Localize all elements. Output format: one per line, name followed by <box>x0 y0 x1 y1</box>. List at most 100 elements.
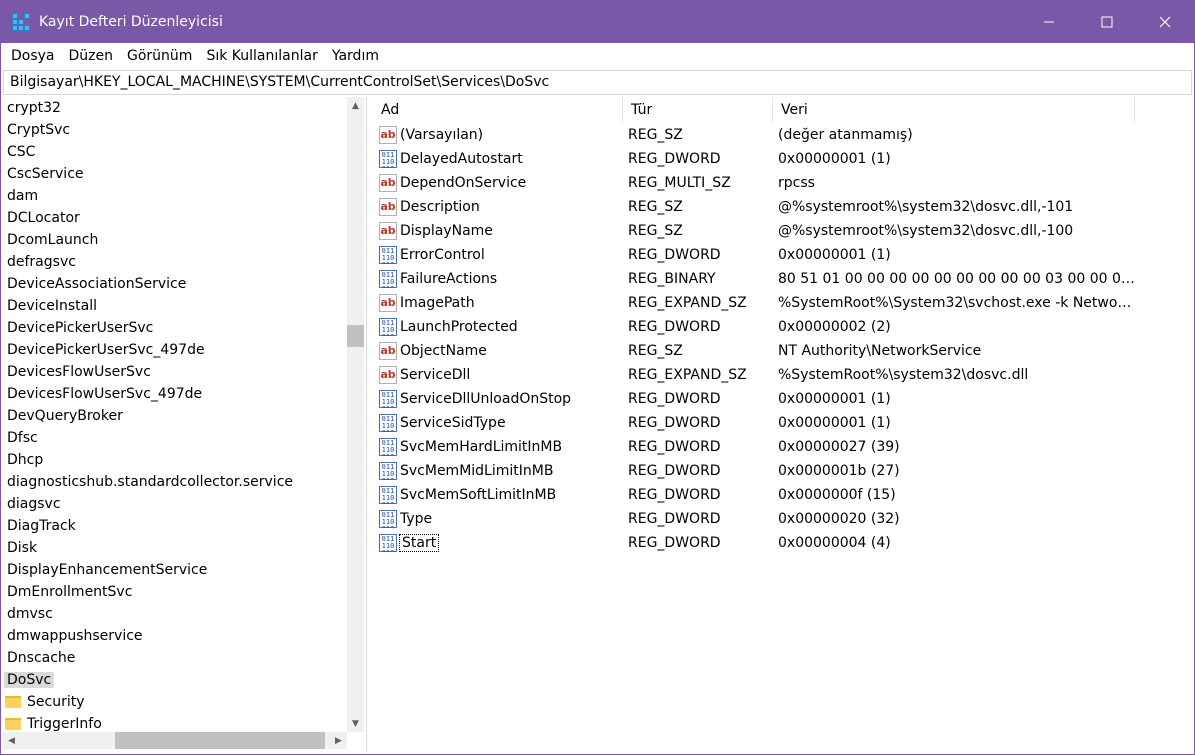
value-name-cell: 011110010LaunchProtected <box>373 318 623 336</box>
value-row[interactable]: 011110010ErrorControl REG_DWORD 0x00000001… <box>373 243 1135 267</box>
key-tree: crypt32 CryptSvc CSC CscService dam DCLocator… <box>3 97 347 735</box>
tree-child-item[interactable]: Security <box>3 691 347 713</box>
value-row[interactable]: ab ImagePath REG_EXPAND_SZ %SystemRoot%\Sys… <box>373 291 1135 315</box>
value-data: 0x0000001b (27) <box>778 463 900 479</box>
tree-item[interactable]: DCLocator <box>3 207 347 229</box>
address-bar[interactable]: Bilgisayar\HKEY_LOCAL_MACHINE\SYSTEM\Cur… <box>3 70 1192 95</box>
value-row[interactable]: 011110010SvcMemHardLimitInMB REG_DWORD 0x0… <box>373 435 1135 459</box>
tree-item[interactable]: CscService <box>3 163 347 185</box>
value-row[interactable]: 011110010Start REG_DWORD 0x00000004 (4) <box>373 531 1135 555</box>
value-type: REG_DWORD <box>628 463 721 479</box>
tree-item[interactable]: diagnosticshub.standardcollector.service <box>3 471 347 493</box>
value-row[interactable]: 011110010ServiceDllUnloadOnStop REG_DWORD… <box>373 387 1135 411</box>
value-row[interactable]: ab ObjectName REG_SZ NT Authority\NetworkSe… <box>373 339 1135 363</box>
string-value-icon: ab <box>379 366 397 384</box>
close-button[interactable] <box>1136 1 1194 43</box>
value-data: @%systemroot%\system32\dosvc.dll,-100 <box>778 223 1074 239</box>
value-data: 0x00000001 (1) <box>778 415 891 431</box>
tree-item[interactable]: DeviceAssociationService <box>3 273 347 295</box>
value-type: REG_BINARY <box>628 271 716 287</box>
title-bar[interactable]: Kayıt Defteri Düzenleyicisi <box>1 1 1194 43</box>
tree-item[interactable]: dmwappushservice <box>3 625 347 647</box>
value-type: REG_DWORD <box>628 511 721 527</box>
value-name: ServiceSidType <box>400 415 506 431</box>
tree-item[interactable]: Dfsc <box>3 427 347 449</box>
value-data: NT Authority\NetworkService <box>778 343 982 359</box>
tree-item[interactable]: defragsvc <box>3 251 347 273</box>
scroll-down-icon[interactable]: ▼ <box>347 715 364 732</box>
folder-icon <box>5 696 21 708</box>
menu-bar: Dosya Düzen Görünüm Sık Kullanılanlar Ya… <box>1 43 1194 69</box>
value-row[interactable]: ab ServiceDll REG_EXPAND_SZ %SystemRoot%\sy… <box>373 363 1135 387</box>
tree-item[interactable]: crypt32 <box>3 97 347 119</box>
value-row[interactable]: 011110010SvcMemMidLimitInMB REG_DWORD 0x00… <box>373 459 1135 483</box>
value-row[interactable]: ab DependOnService REG_MULTI_SZ rpcss <box>373 171 1135 195</box>
value-row[interactable]: ab DisplayName REG_SZ @%systemroot%\system3… <box>373 219 1135 243</box>
tree-item[interactable]: DevQueryBroker <box>3 405 347 427</box>
value-row[interactable]: 011110010ServiceSidType REG_DWORD 0x000000… <box>373 411 1135 435</box>
tree-vertical-scroll-thumb[interactable] <box>347 325 364 347</box>
tree-item[interactable]: dam <box>3 185 347 207</box>
string-value-icon: ab <box>379 174 397 192</box>
tree-item[interactable]: DisplayEnhancementService <box>3 559 347 581</box>
registry-editor-window: Kayıt Defteri Düzenleyicisi Dosya Düzen … <box>0 0 1195 755</box>
tree-item[interactable]: DevicePickerUserSvc_497de <box>3 339 347 361</box>
value-data: 0x0000000f (15) <box>778 487 896 503</box>
value-name: SvcMemSoftLimitInMB <box>400 487 557 503</box>
value-row[interactable]: 011110010Type REG_DWORD 0x00000020 (32) <box>373 507 1135 531</box>
values-header: Ad Tür Veri <box>373 97 1135 123</box>
value-row[interactable]: 011110010LaunchProtected REG_DWORD 0x00000… <box>373 315 1135 339</box>
values-pane: Ad Tür Veri ab (Varsayılan) REG_SZ (değer a… <box>373 97 1193 752</box>
value-row[interactable]: ab Description REG_SZ @%systemroot%\system3… <box>373 195 1135 219</box>
menu-view[interactable]: Görünüm <box>120 48 199 64</box>
scroll-left-icon[interactable]: ◀ <box>3 732 20 749</box>
column-header-data[interactable]: Veri <box>773 97 1135 123</box>
tree-item[interactable]: CryptSvc <box>3 119 347 141</box>
tree-item[interactable]: diagsvc <box>3 493 347 515</box>
tree-horizontal-scroll-thumb[interactable] <box>115 732 325 749</box>
tree-item-selected[interactable]: DoSvc <box>3 669 347 691</box>
tree-item[interactable]: Dhcp <box>3 449 347 471</box>
tree-item-label: DoSvc <box>4 672 55 688</box>
value-row[interactable]: 011110010FailureActions REG_BINARY 80 51 0… <box>373 267 1135 291</box>
scroll-up-icon[interactable]: ▲ <box>347 97 364 114</box>
column-header-type[interactable]: Tür <box>623 97 773 123</box>
tree-horizontal-scrollbar[interactable]: ◀ ▶ <box>3 732 347 749</box>
scroll-right-icon[interactable]: ▶ <box>330 732 347 749</box>
tree-item[interactable]: dmvsc <box>3 603 347 625</box>
column-header-name[interactable]: Ad <box>373 97 623 123</box>
menu-favorites[interactable]: Sık Kullanılanlar <box>199 48 324 64</box>
tree-item[interactable]: Dnscache <box>3 647 347 669</box>
tree-item[interactable]: DevicePickerUserSvc <box>3 317 347 339</box>
tree-item[interactable]: Disk <box>3 537 347 559</box>
value-type: REG_SZ <box>628 343 683 359</box>
tree-item[interactable]: DevicesFlowUserSvc <box>3 361 347 383</box>
binary-value-icon: 011110010 <box>379 486 397 504</box>
value-name-cell: 011110010Start <box>373 534 623 552</box>
minimize-button[interactable] <box>1020 1 1078 43</box>
binary-value-icon: 011110010 <box>379 246 397 264</box>
close-icon <box>1159 16 1171 28</box>
value-row[interactable]: 011110010DelayedAutostart REG_DWORD 0x0000… <box>373 147 1135 171</box>
value-name: Description <box>400 199 480 215</box>
value-type: REG_SZ <box>628 127 683 143</box>
tree-item[interactable]: CSC <box>3 141 347 163</box>
tree-item[interactable]: DiagTrack <box>3 515 347 537</box>
tree-item[interactable]: DevicesFlowUserSvc_497de <box>3 383 347 405</box>
value-row[interactable]: 011110010SvcMemSoftLimitInMB REG_DWORD 0x0… <box>373 483 1135 507</box>
tree-vertical-scrollbar[interactable]: ▲ ▼ <box>347 97 364 732</box>
value-type: REG_DWORD <box>628 319 721 335</box>
menu-edit[interactable]: Düzen <box>62 48 121 64</box>
tree-item[interactable]: DcomLaunch <box>3 229 347 251</box>
value-name: ServiceDll <box>400 367 471 383</box>
value-row[interactable]: ab (Varsayılan) REG_SZ (değer atanmamış) <box>373 123 1135 147</box>
value-name: ImagePath <box>400 295 475 311</box>
menu-file[interactable]: Dosya <box>4 48 62 64</box>
value-data: 0x00000001 (1) <box>778 151 891 167</box>
value-name-cell: ab ObjectName <box>373 342 623 360</box>
tree-item[interactable]: DeviceInstall <box>3 295 347 317</box>
value-data: @%systemroot%\system32\dosvc.dll,-101 <box>778 199 1074 215</box>
maximize-button[interactable] <box>1078 1 1136 43</box>
menu-help[interactable]: Yardım <box>325 48 386 64</box>
tree-item[interactable]: DmEnrollmentSvc <box>3 581 347 603</box>
